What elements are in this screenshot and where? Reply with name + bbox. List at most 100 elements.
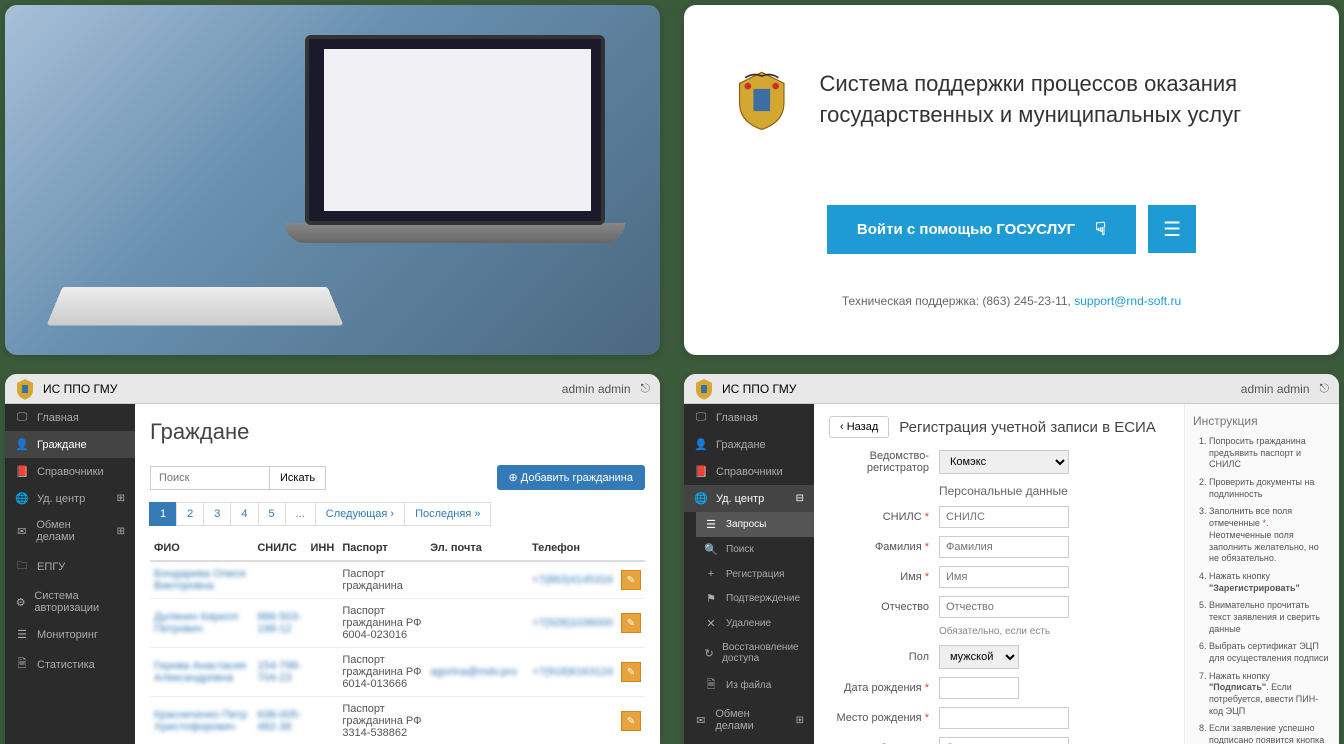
sidebar-item-home[interactable]: 🖵Главная <box>684 404 814 431</box>
app-name: ИС ППО ГМУ <box>722 382 796 396</box>
page-Следующая ›[interactable]: Следующая › <box>315 502 405 526</box>
instructions-title: Инструкция <box>1193 414 1331 428</box>
sidebar-item-monitoring[interactable]: ☰Мониторинг <box>5 621 135 648</box>
sidebar-item-citizens[interactable]: 👤Граждане <box>684 431 814 458</box>
page-Последняя »[interactable]: Последняя » <box>404 502 491 526</box>
table-row: Красниченко Петр Христофорович 638-005-4… <box>150 697 645 744</box>
sidebar-sub-confirm[interactable]: ⚑Подтверждение <box>696 586 814 611</box>
instruction-item: Проверить документы на подлинность <box>1209 477 1331 500</box>
globe-icon: 🌐 <box>15 492 29 505</box>
search-icon: 🔍 <box>704 543 718 556</box>
page-1[interactable]: 1 <box>149 502 177 526</box>
sidebar-item-home[interactable]: 🖵Главная <box>5 404 135 431</box>
envelope-icon: ✉ <box>15 525 28 538</box>
cell-phone: +7(928)1036000 <box>528 599 617 648</box>
pagination: 12345...Следующая ›Последняя » <box>150 502 645 526</box>
sidebar-item-epgu[interactable]: 🗀ЕПГУ <box>5 550 135 583</box>
instruction-item: Нажать кнопку "Подписать". Если потребуе… <box>1209 671 1331 718</box>
edit-button[interactable]: ✎ <box>621 613 641 633</box>
cell-email <box>426 561 528 599</box>
agency-label: Ведомство-регистратор <box>829 450 929 474</box>
cell-email <box>426 697 528 744</box>
mini-crest-icon <box>694 378 714 400</box>
hero-photo <box>5 5 660 355</box>
logout-icon[interactable]: ⎋ <box>1320 381 1330 396</box>
sidebar-item-auth[interactable]: ⚙Система авторизации <box>5 583 135 621</box>
table-row: Бондарева Олеся Викторовна Паспорт гражд… <box>150 561 645 599</box>
dob-input[interactable] <box>939 677 1019 699</box>
page-...[interactable]: ... <box>285 502 316 526</box>
envelope-icon: ✉ <box>694 714 707 727</box>
instruction-item: Попросить гражданина предъявить паспорт … <box>1209 436 1331 471</box>
sidebar-item-stats[interactable]: 🗎Статистика <box>5 648 135 681</box>
list-icon: ☰ <box>704 518 718 531</box>
snils-label: СНИЛС * <box>829 511 929 523</box>
snils-input[interactable] <box>939 506 1069 528</box>
citizens-table: ФИО СНИЛС ИНН Паспорт Эл. почта Телефон … <box>150 536 645 744</box>
user-icon: 👤 <box>694 438 708 451</box>
cell-snils <box>253 561 306 599</box>
citizens-panel: ИС ППО ГМУ admin admin ⎋ 🖵Главная 👤Гражд… <box>5 374 660 744</box>
current-user: admin admin <box>1241 382 1310 396</box>
folder-icon: 🗀 <box>15 557 29 576</box>
sidebar-sub-search[interactable]: 🔍Поиск <box>696 537 814 562</box>
page-4[interactable]: 4 <box>230 502 258 526</box>
cell-inn <box>307 561 339 599</box>
search-button[interactable]: Искать <box>270 466 326 490</box>
cell-fio[interactable]: Дулянин Кирилл Петрович <box>150 599 253 648</box>
sidebar-item-epgu[interactable]: 🗀ЕПГУ <box>684 739 814 744</box>
desktop-icon: 🖵 <box>15 411 29 424</box>
edit-button[interactable]: ✎ <box>621 662 641 682</box>
firstname-label: Имя * <box>829 571 929 583</box>
instruction-item: Заполнить все поля отмеченные *. Неотмеч… <box>1209 506 1331 564</box>
support-email-link[interactable]: support@rnd-soft.ru <box>1074 294 1181 308</box>
cell-passport: Паспорт гражданина РФ 3314-538862 <box>338 697 426 744</box>
sidebar-item-exchange[interactable]: ✉Обмен делами⊞ <box>5 512 135 550</box>
sidebar-item-citizens[interactable]: 👤Граждане <box>5 431 135 458</box>
sidebar-item-exchange[interactable]: ✉Обмен делами⊞ <box>684 701 814 739</box>
patronymic-input[interactable] <box>939 596 1069 618</box>
sidebar-sub-requests[interactable]: ☰Запросы <box>696 512 814 537</box>
sidebar-sub-delete[interactable]: ✕Удаление <box>696 611 814 636</box>
sidebar-sub-file[interactable]: 🗎Из файла <box>696 670 814 701</box>
pointer-icon: ☟ <box>1095 219 1106 240</box>
section-personal: Персональные данные <box>939 484 1169 498</box>
cell-phone: +7(918)6163124 <box>528 648 617 697</box>
registration-panel: ИС ППО ГМУ admin admin ⎋ 🖵Главная 👤Гражд… <box>684 374 1339 744</box>
cell-inn <box>307 697 339 744</box>
dob-label: Дата рождения * <box>829 682 929 694</box>
page-2[interactable]: 2 <box>176 502 204 526</box>
page-5[interactable]: 5 <box>258 502 286 526</box>
cell-snils: 638-005-482-36 <box>253 697 306 744</box>
sidebar-sub-register[interactable]: +Регистрация <box>696 562 814 586</box>
sidebar-item-remote[interactable]: 🌐Уд. центр⊞ <box>5 485 135 512</box>
sidebar-item-remote[interactable]: 🌐Уд. центр⊟ <box>684 485 814 512</box>
sidebar-item-refs[interactable]: 📕Справочники <box>5 458 135 485</box>
col-snils: СНИЛС <box>253 536 306 561</box>
sidebar-item-refs[interactable]: 📕Справочники <box>684 458 814 485</box>
sidebar-sub-restore[interactable]: ↻Восстановление доступа <box>696 636 814 670</box>
cell-fio[interactable]: Бондарева Олеся Викторовна <box>150 561 253 599</box>
cell-fio[interactable]: Красниченко Петр Христофорович <box>150 697 253 744</box>
back-button[interactable]: ‹ Назад <box>829 416 889 438</box>
cell-fio[interactable]: Герова Анастасия Александровна <box>150 648 253 697</box>
desktop-icon: 🖵 <box>694 411 708 424</box>
gear-icon: ⚙ <box>15 596 26 609</box>
login-gosuslugi-button[interactable]: Войти с помощью ГОСУСЛУГ ☟ <box>827 205 1136 254</box>
collapse-icon: ⊟ <box>796 493 804 504</box>
email-input[interactable] <box>939 737 1069 744</box>
page-3[interactable]: 3 <box>203 502 231 526</box>
edit-button[interactable]: ✎ <box>621 570 641 590</box>
col-fio: ФИО <box>150 536 253 561</box>
firstname-input[interactable] <box>939 566 1069 588</box>
edit-button[interactable]: ✎ <box>621 711 641 731</box>
menu-button[interactable]: ☰ <box>1148 205 1196 253</box>
search-input[interactable] <box>150 466 270 490</box>
logout-icon[interactable]: ⎋ <box>641 381 651 396</box>
agency-select[interactable]: Комэкс <box>939 450 1069 474</box>
pob-input[interactable] <box>939 707 1069 729</box>
col-passport: Паспорт <box>338 536 426 561</box>
lastname-input[interactable] <box>939 536 1069 558</box>
gender-select[interactable]: мужской <box>939 645 1019 669</box>
add-citizen-button[interactable]: ⊕ Добавить гражданина <box>497 465 646 490</box>
